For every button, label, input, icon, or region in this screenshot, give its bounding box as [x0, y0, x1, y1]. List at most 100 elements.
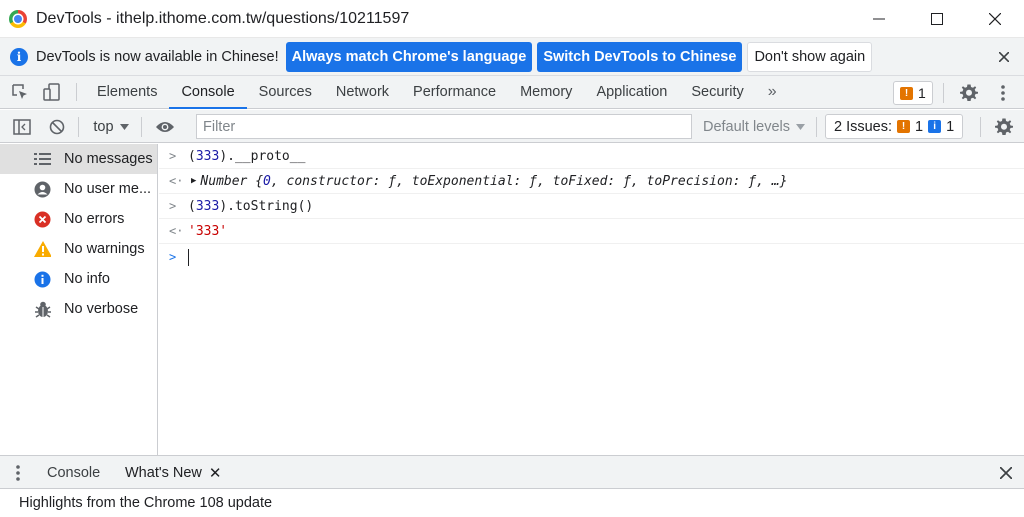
clear-icon [49, 119, 65, 134]
tab-memory[interactable]: Memory [508, 76, 584, 108]
window-controls [850, 0, 1024, 38]
tab-network[interactable]: Network [324, 76, 401, 108]
dropdown-arrow-icon [796, 123, 806, 130]
info-count: 1 [946, 118, 955, 135]
issues-link-button[interactable]: 2 Issues: ! 1 i 1 [825, 114, 964, 139]
infobar-message: DevTools is now available in Chinese! [36, 48, 279, 65]
warning-badge-icon: ! [900, 86, 913, 100]
input-prompt-icon: > [169, 149, 177, 163]
close-icon [1000, 467, 1012, 479]
dont-show-again-button[interactable]: Don't show again [747, 41, 873, 72]
settings-button[interactable] [953, 76, 985, 109]
console-command: (333).__proto__ [188, 148, 306, 164]
result-arrow-icon: <· [169, 224, 184, 238]
sidebar-item-label: No messages [64, 151, 153, 167]
sidebar-item-label: No info [64, 271, 110, 287]
sidebar-toggle-icon [13, 118, 31, 135]
warning-count: 1 [915, 118, 924, 135]
customize-menu-button[interactable] [988, 76, 1018, 109]
close-icon [989, 13, 1001, 25]
sidebar-item-user-messages[interactable]: No user me... [0, 174, 157, 204]
object-preview[interactable]: Number {0, constructor: ƒ, toExponential… [200, 174, 787, 189]
warning-icon [34, 241, 51, 258]
dropdown-arrow-icon [119, 123, 129, 130]
sidebar-item-info[interactable]: No info [0, 264, 157, 294]
switch-to-chinese-button[interactable]: Switch DevTools to Chinese [537, 41, 743, 72]
context-selector[interactable]: top [88, 110, 134, 143]
kebab-menu-icon [16, 465, 20, 481]
toolbar-divider [980, 117, 981, 137]
minimize-icon [873, 18, 885, 20]
log-levels-label: Default levels [702, 118, 791, 135]
language-infobar: i DevTools is now available in Chinese! … [0, 38, 1024, 76]
prompt-chevron-icon: > [169, 250, 177, 264]
console-prompt[interactable]: > [159, 244, 1024, 270]
toolbar-divider [78, 117, 79, 137]
console-output[interactable]: > (333).__proto__ <· ▶ Number {0, constr… [159, 144, 1024, 455]
more-tabs-button[interactable]: » [756, 76, 789, 108]
infobar-close-button[interactable] [994, 47, 1014, 67]
tab-security[interactable]: Security [679, 76, 755, 108]
bug-icon [34, 301, 51, 318]
maximize-button[interactable] [908, 0, 966, 38]
info-icon: i [10, 47, 28, 66]
device-toolbar-button[interactable] [36, 76, 68, 108]
drawer-tab-label: What's New [125, 465, 202, 481]
issues-label: 2 Issues: [834, 118, 893, 135]
maximize-icon [931, 13, 943, 25]
live-expression-button[interactable] [151, 110, 179, 143]
close-drawer-button[interactable] [1000, 456, 1012, 490]
close-tab-icon[interactable]: ✕ [209, 464, 222, 482]
toolbar-divider [141, 117, 142, 137]
eye-icon [156, 121, 174, 132]
log-levels-dropdown[interactable]: Default levels [700, 110, 808, 143]
inspect-icon [12, 84, 27, 99]
device-icon [43, 83, 60, 101]
console-settings-button[interactable] [990, 110, 1018, 143]
sidebar-item-verbose[interactable]: No verbose [0, 294, 157, 324]
toggle-sidebar-button[interactable] [8, 110, 36, 143]
toolbar-divider [76, 83, 77, 101]
sidebar-item-label: No errors [64, 211, 125, 227]
tab-elements[interactable]: Elements [85, 76, 169, 108]
console-result-line: <· ▶ Number {0, constructor: ƒ, toExpone… [159, 169, 1024, 194]
drawer-tab-whats-new[interactable]: What's New ✕ [114, 456, 233, 491]
drawer-tab-console[interactable]: Console [47, 456, 100, 490]
tab-performance[interactable]: Performance [401, 76, 508, 108]
sidebar-item-messages[interactable]: No messages [0, 144, 157, 174]
expand-triangle-icon[interactable]: ▶ [191, 176, 196, 186]
tab-sources[interactable]: Sources [247, 76, 324, 108]
info-icon [34, 271, 51, 288]
gear-icon [960, 84, 978, 101]
always-match-language-button[interactable]: Always match Chrome's language [285, 41, 533, 72]
sidebar-item-warnings[interactable]: No warnings [0, 234, 157, 264]
sidebar-item-label: No warnings [64, 241, 145, 257]
result-arrow-icon: <· [169, 174, 184, 188]
console-filter-input[interactable]: Filter [196, 114, 692, 139]
tab-console[interactable]: Console [169, 76, 247, 109]
sidebar-item-label: No verbose [64, 301, 139, 317]
context-label: top [93, 118, 114, 135]
gear-icon [995, 118, 1013, 135]
clear-console-button[interactable] [43, 110, 71, 143]
close-window-button[interactable] [966, 0, 1024, 38]
console-sidebar: No messages No user me... No errors No w… [0, 144, 158, 455]
inspect-element-button[interactable] [4, 76, 36, 108]
sidebar-item-errors[interactable]: No errors [0, 204, 157, 234]
tab-application[interactable]: Application [584, 76, 679, 108]
info-badge-icon: i [928, 120, 942, 133]
issues-counter-button[interactable]: ! 1 [893, 81, 933, 105]
string-result: '333' [188, 223, 228, 239]
drawer-menu-button[interactable] [10, 456, 26, 490]
devtools-main-toolbar: Elements Console Sources Network Perform… [0, 76, 1024, 109]
title-bar: DevTools - ithelp.ithome.com.tw/question… [0, 0, 1024, 38]
minimize-button[interactable] [850, 0, 908, 38]
error-icon [34, 211, 51, 228]
list-icon [34, 151, 51, 168]
issues-count: 1 [918, 85, 926, 101]
whats-new-content: Highlights from the Chrome 108 update [0, 489, 1024, 517]
chrome-logo-icon [9, 9, 27, 28]
console-input-line: > (333).toString() [159, 194, 1024, 219]
console-toolbar: top Filter Default levels 2 Issues: ! 1 … [0, 110, 1024, 143]
input-prompt-icon: > [169, 199, 177, 213]
